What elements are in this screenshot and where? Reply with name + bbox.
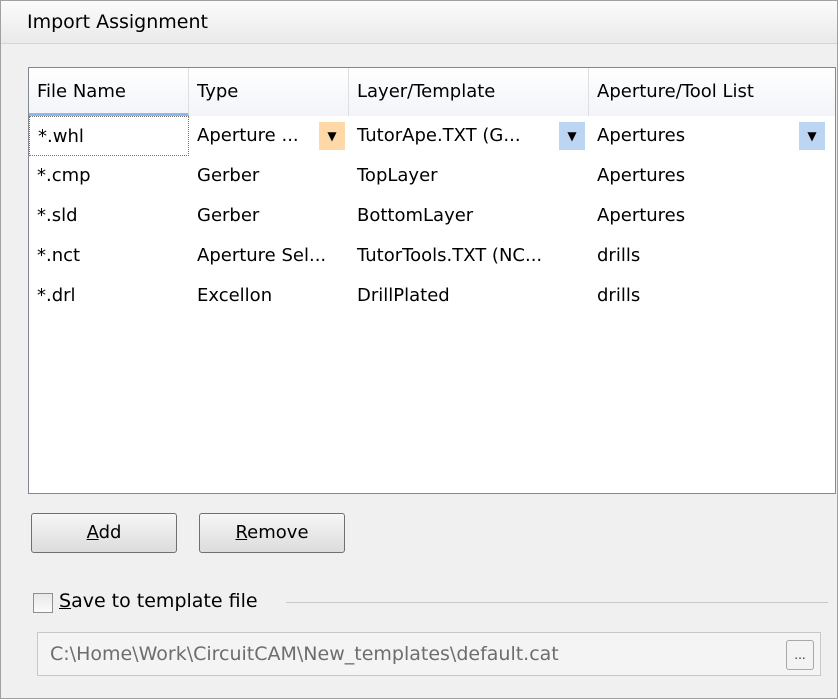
browse-button[interactable]: ...	[786, 640, 814, 670]
chevron-down-icon[interactable]: ▼	[559, 122, 585, 150]
cell-type[interactable]: Gerber	[189, 156, 349, 196]
column-header-aperture-tool-list[interactable]: Aperture/Tool List	[589, 68, 835, 116]
aperture-list-combo[interactable]: Apertures ▼	[589, 116, 835, 156]
cell-aperture-tool-list[interactable]: drills	[589, 236, 835, 276]
layer-template-combo[interactable]: TutorApe.TXT (G... ▼	[349, 116, 589, 156]
chevron-down-icon[interactable]: ▼	[799, 122, 825, 150]
cell-file-name[interactable]: *.cmp	[29, 156, 189, 196]
import-assignment-panel: Import Assignment File Name Type Layer/T…	[0, 0, 838, 699]
cell-aperture-tool-list[interactable]: Apertures	[589, 196, 835, 236]
remove-button-mnemonic: R	[235, 522, 248, 543]
table-row[interactable]: *.sld Gerber BottomLayer Apertures	[29, 196, 835, 236]
add-button[interactable]: Add	[31, 513, 177, 553]
column-header-file-name[interactable]: File Name	[29, 68, 189, 116]
save-to-template-group: Save to template file	[31, 590, 831, 620]
import-assignment-grid[interactable]: File Name Type Layer/Template Aperture/T…	[28, 67, 836, 494]
cell-layer-template[interactable]: TopLayer	[349, 156, 589, 196]
chevron-down-icon[interactable]: ▼	[319, 122, 345, 150]
save-to-template-label[interactable]: Save to template file	[59, 590, 258, 612]
aperture-list-combo-value: Apertures	[597, 125, 686, 146]
cell-layer-template[interactable]: TutorTools.TXT (NC...	[349, 236, 589, 276]
cell-type[interactable]: Gerber	[189, 196, 349, 236]
table-row[interactable]: *.cmp Gerber TopLayer Apertures	[29, 156, 835, 196]
template-path-value: C:\Home\Work\CircuitCAM\New_templates\de…	[50, 643, 559, 665]
type-combo[interactable]: Aperture ... ▼	[189, 116, 349, 156]
type-combo-value: Aperture ...	[197, 125, 299, 146]
cell-aperture-tool-list[interactable]: drills	[589, 276, 835, 316]
template-path-field[interactable]: C:\Home\Work\CircuitCAM\New_templates\de…	[37, 632, 821, 676]
layer-template-combo-value: TutorApe.TXT (G...	[357, 125, 521, 146]
remove-button-label-rest: emove	[247, 522, 309, 543]
cell-layer-template[interactable]: BottomLayer	[349, 196, 589, 236]
panel-title-bar: Import Assignment	[1, 1, 837, 44]
table-row[interactable]: *.nct Aperture Sel... TutorTools.TXT (NC…	[29, 236, 835, 276]
column-header-layer-template[interactable]: Layer/Template	[349, 68, 589, 116]
cell-aperture-tool-list[interactable]: Apertures	[589, 156, 835, 196]
cell-file-name[interactable]: *.nct	[29, 236, 189, 276]
cell-type[interactable]: Excellon	[189, 276, 349, 316]
add-button-mnemonic: A	[86, 522, 99, 543]
cell-file-name[interactable]: *.drl	[29, 276, 189, 316]
cell-layer-template[interactable]: DrillPlated	[349, 276, 589, 316]
grid-header: File Name Type Layer/Template Aperture/T…	[29, 68, 835, 117]
save-to-template-checkbox[interactable]	[33, 593, 53, 613]
cell-file-name[interactable]: *.whl	[29, 116, 189, 156]
column-header-type[interactable]: Type	[189, 68, 349, 116]
remove-button[interactable]: Remove	[199, 513, 345, 553]
table-row[interactable]: *.drl Excellon DrillPlated drills	[29, 276, 835, 316]
cell-type[interactable]: Aperture Sel...	[189, 236, 349, 276]
table-row[interactable]: *.whl Aperture ... ▼ TutorApe.TXT (G... …	[29, 116, 835, 156]
cell-file-name[interactable]: *.sld	[29, 196, 189, 236]
group-separator-line	[286, 602, 828, 603]
add-button-label-rest: dd	[98, 522, 122, 543]
panel-title: Import Assignment	[27, 11, 208, 33]
